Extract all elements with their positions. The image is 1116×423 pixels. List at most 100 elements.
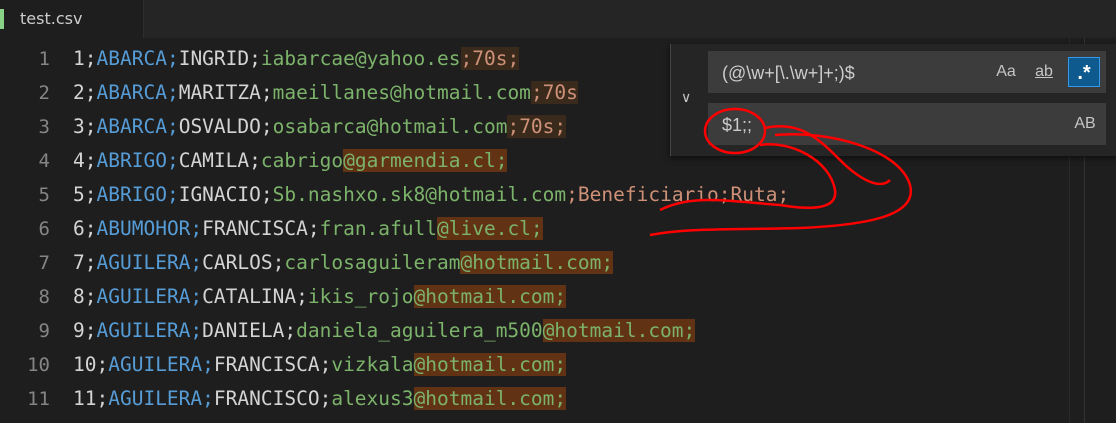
- csv-first-name: FRANCISCA: [213, 353, 320, 376]
- csv-id: 11: [73, 387, 97, 410]
- csv-email-domain: @hotmail.com;: [413, 353, 567, 376]
- csv-email-user: ikis_rojo: [307, 285, 414, 308]
- code-line[interactable]: 6;ABUMOHOR;FRANCISCA;fran.afull@live.cl;: [73, 212, 543, 246]
- csv-id: 10: [73, 353, 97, 376]
- csv-first-name: DANIELA: [202, 319, 285, 342]
- csv-file-icon: [0, 9, 4, 29]
- code-line[interactable]: 10;AGUILERA;FRANCISCA;vizkala@hotmail.co…: [73, 348, 567, 382]
- csv-last-name: AGUILERA: [108, 353, 203, 376]
- preserve-case-button[interactable]: AB: [1068, 109, 1102, 139]
- separator: ;: [84, 217, 97, 240]
- separator: ;: [284, 319, 297, 342]
- csv-id: 1: [73, 47, 85, 70]
- csv-email-user: daniela_aguilera_m500: [296, 319, 543, 342]
- separator: ;: [166, 81, 179, 104]
- separator: ;: [96, 353, 109, 376]
- separator: ;: [202, 353, 214, 376]
- replace-field: AB: [708, 103, 1106, 145]
- csv-first-name: FRANCISCA: [202, 217, 308, 240]
- csv-extra: ;70s: [530, 81, 578, 104]
- separator: ;: [296, 285, 308, 308]
- chevron-down-icon: ∨: [681, 90, 692, 106]
- csv-id: 9: [73, 319, 85, 342]
- line-number: 9: [38, 320, 50, 342]
- separator: ;: [190, 319, 203, 342]
- separator: ;: [84, 149, 97, 172]
- csv-email-user: fran.afull: [319, 217, 437, 240]
- separator: ;: [249, 47, 261, 70]
- csv-email-domain: @hotmail.com;: [413, 285, 567, 308]
- separator: ;: [260, 81, 273, 104]
- tab-test-csv[interactable]: test.csv: [0, 0, 144, 38]
- code-line[interactable]: 5;ABRIGO;IGNACIO;Sb.nashxo.sk8@hotmail.c…: [73, 178, 789, 212]
- separator: ;: [166, 115, 179, 138]
- line-number: 4: [38, 150, 50, 172]
- csv-first-name: CAMILA: [178, 149, 250, 172]
- separator: ;: [190, 251, 203, 274]
- separator: ;: [84, 47, 97, 70]
- csv-last-name: ABRIGO: [96, 149, 167, 172]
- match-case-button[interactable]: Aa: [990, 57, 1022, 87]
- line-number: 6: [38, 218, 50, 240]
- csv-last-name: ABARCA: [96, 47, 167, 70]
- separator: ;: [84, 183, 97, 206]
- code-line[interactable]: 7;AGUILERA;CARLOS;carlosaguileram@hotmai…: [73, 246, 614, 280]
- find-field: Aa ab .*: [708, 51, 1106, 93]
- separator: ;: [84, 251, 97, 274]
- replace-input[interactable]: [720, 109, 994, 141]
- separator: ;: [84, 319, 97, 342]
- csv-email-user: vizkala: [331, 353, 414, 376]
- csv-first-name: OSVALDO: [178, 115, 261, 138]
- csv-last-name: ABUMOHOR: [96, 217, 191, 240]
- toggle-replace-button[interactable]: ∨: [670, 44, 709, 156]
- separator: ;: [307, 217, 320, 240]
- csv-email-user: cabrigo: [260, 149, 344, 172]
- separator: ;: [319, 353, 332, 376]
- csv-email-domain: @hotmail.com: [366, 115, 508, 138]
- line-number: 2: [38, 82, 50, 104]
- separator: ;: [84, 285, 97, 308]
- line-number: 1: [38, 48, 50, 70]
- csv-last-name: ABARCA: [96, 81, 167, 104]
- separator: ;: [260, 183, 273, 206]
- csv-last-name: AGUILERA: [96, 251, 191, 274]
- code-line[interactable]: 9;AGUILERA;DANIELA;daniela_aguilera_m500…: [73, 314, 696, 348]
- use-regex-button[interactable]: .*: [1068, 57, 1100, 87]
- code-line[interactable]: 11;AGUILERA;FRANCISCO;alexus3@hotmail.co…: [73, 382, 567, 416]
- code-line[interactable]: 2;ABARCA;MARITZA;maeillanes@hotmail.com;…: [73, 76, 578, 110]
- csv-last-name: AGUILERA: [96, 319, 191, 342]
- tab-label: test.csv: [20, 9, 83, 28]
- csv-email-domain: @hotmail.com: [390, 81, 531, 104]
- csv-id: 2: [73, 81, 85, 104]
- separator: ;: [260, 115, 273, 138]
- csv-email-domain: @live.cl;: [437, 217, 543, 240]
- csv-last-name: AGUILERA: [96, 285, 191, 308]
- separator: ;: [190, 217, 203, 240]
- csv-id: 6: [73, 217, 85, 240]
- csv-first-name: INGRID: [178, 47, 250, 70]
- separator: ;: [272, 251, 285, 274]
- csv-extra: ;Beneficiario;Ruta;: [566, 183, 790, 206]
- csv-first-name: CATALINA: [202, 285, 297, 308]
- csv-id: 3: [73, 115, 85, 138]
- line-number: 10: [27, 354, 50, 376]
- csv-email-user: osabarca: [272, 115, 367, 138]
- line-number: 5: [38, 184, 50, 206]
- code-line[interactable]: 3;ABARCA;OSVALDO;osabarca@hotmail.com;70…: [73, 110, 567, 144]
- csv-last-name: ABRIGO: [96, 183, 167, 206]
- line-number: 3: [38, 116, 50, 138]
- match-whole-word-button[interactable]: ab: [1028, 57, 1060, 87]
- separator: ;: [84, 115, 97, 138]
- code-line[interactable]: 1;ABARCA;INGRID;iabarcae@yahoo.es;70s;: [73, 42, 520, 76]
- find-input[interactable]: [720, 57, 994, 89]
- separator: ;: [84, 81, 97, 104]
- code-line[interactable]: 8;AGUILERA;CATALINA;ikis_rojo@hotmail.co…: [73, 280, 567, 314]
- separator: ;: [166, 183, 179, 206]
- code-line[interactable]: 4;ABRIGO;CAMILA;cabrigo@garmendia.cl;: [73, 144, 508, 178]
- line-number: 7: [38, 252, 50, 274]
- csv-id: 8: [73, 285, 85, 308]
- csv-email-user: maeillanes: [272, 81, 391, 104]
- separator: ;: [202, 387, 214, 410]
- csv-id: 4: [73, 149, 85, 172]
- csv-first-name: IGNACIO: [178, 183, 261, 206]
